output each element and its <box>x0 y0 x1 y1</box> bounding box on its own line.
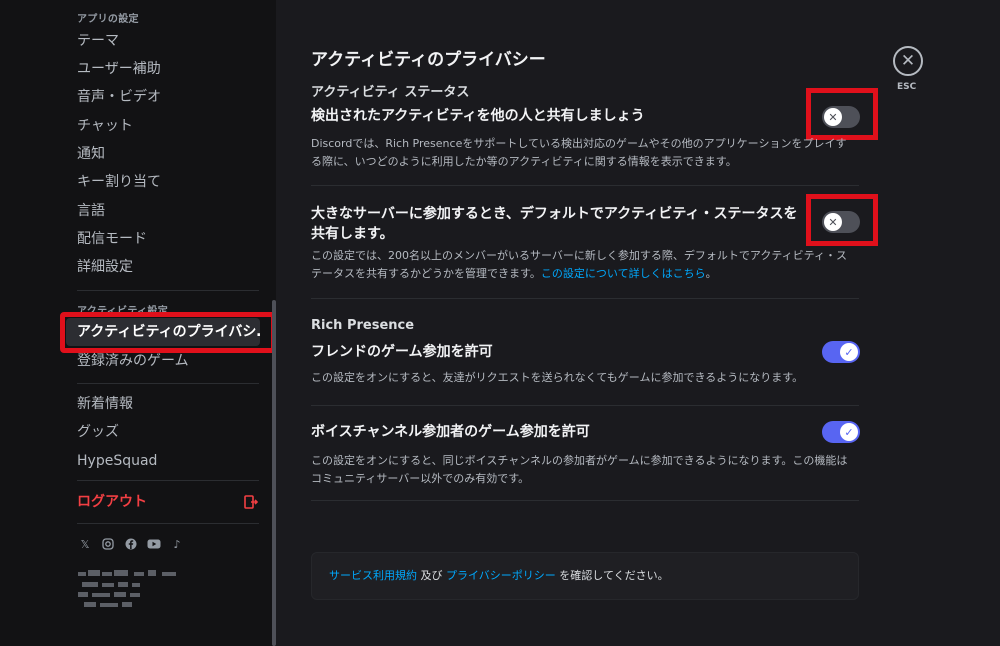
instagram-icon[interactable] <box>101 537 115 551</box>
setting-share-activity-desc: Discordでは、Rich Presenceをサポートしている検出対応のゲーム… <box>311 137 847 168</box>
footer-and-text: 及び <box>417 569 446 582</box>
voice-channel-join-toggle[interactable]: ✓ <box>822 421 860 443</box>
tiktok-icon[interactable]: ♪ <box>170 537 184 551</box>
settings-sidebar: アプリの設定 テーマ ユーザー補助 音声・ビデオ チャット 通知 キー割り当て … <box>0 0 276 646</box>
highlight-box-share-activity <box>806 88 878 140</box>
privacy-policy-link[interactable]: プライバシーポリシー <box>446 569 556 582</box>
logout-icon <box>244 495 258 509</box>
section-rich-presence: Rich Presence <box>311 318 415 333</box>
sidebar-item-language[interactable]: 言語 <box>66 197 260 225</box>
divider <box>311 405 859 406</box>
setting-large-server-desc-end: 。 <box>705 267 717 280</box>
version-info-blurred <box>78 570 176 607</box>
friend-join-toggle[interactable]: ✓ <box>822 341 860 363</box>
footer-suffix-text: を確認してください。 <box>555 569 669 582</box>
sidebar-item-registered-games[interactable]: 登録済みのゲーム <box>66 347 260 375</box>
legal-footer: サービス利用規約 及び プライバシーポリシー を確認してください。 <box>311 552 859 600</box>
sidebar-item-chat[interactable]: チャット <box>66 112 260 140</box>
check-icon: ✓ <box>840 343 858 361</box>
app-settings-header: アプリの設定 <box>77 14 139 25</box>
divider <box>311 298 859 299</box>
setting-friend-join-desc: この設定をオンにすると、友達がリクエストを送られなくてもゲームに参加できるように… <box>311 371 804 384</box>
learn-more-link[interactable]: この設定について詳しくはこちら <box>541 267 706 280</box>
sidebar-divider <box>77 290 259 291</box>
sidebar-item-streamer-mode[interactable]: 配信モード <box>66 225 260 253</box>
setting-large-server-desc: この設定では、200名以上のメンバーがいるサーバーに新しく参加する際、デフォルト… <box>311 247 856 283</box>
section-activity-status: アクティビティ ステータス <box>311 85 470 100</box>
sidebar-item-keybinds[interactable]: キー割り当て <box>66 168 260 196</box>
esc-label: ESC <box>897 82 917 92</box>
close-icon: ✕ <box>900 51 916 71</box>
sidebar-item-whats-new[interactable]: 新着情報 <box>66 390 260 418</box>
page-title: アクティビティのプライバシー <box>311 50 546 70</box>
sidebar-divider <box>77 383 259 384</box>
divider <box>311 185 859 186</box>
check-icon: ✓ <box>840 423 858 441</box>
setting-friend-join-title: フレンドのゲーム参加を許可 <box>311 344 493 360</box>
sidebar-item-notifications[interactable]: 通知 <box>66 140 260 168</box>
sidebar-item-advanced[interactable]: 詳細設定 <box>66 253 260 281</box>
sidebar-item-accessibility[interactable]: ユーザー補助 <box>66 55 260 83</box>
facebook-icon[interactable] <box>124 537 138 551</box>
logout-button[interactable]: ログアウト <box>66 488 260 516</box>
close-button[interactable]: ✕ <box>893 46 923 76</box>
sidebar-divider <box>77 523 259 524</box>
setting-share-activity-title: 検出されたアクティビティを他の人と共有しましょう <box>311 108 645 124</box>
sidebar-item-merch[interactable]: グッズ <box>66 418 260 446</box>
sidebar-item-theme[interactable]: テーマ <box>66 27 260 55</box>
highlight-box-large-server <box>806 194 878 246</box>
sidebar-item-voice-video[interactable]: 音声・ビデオ <box>66 83 260 111</box>
setting-large-server-title: 大きなサーバーに参加するとき、デフォルトでアクティビティ・ステータスを共有します… <box>311 206 798 242</box>
youtube-icon[interactable] <box>147 537 161 551</box>
sidebar-item-hypesquad[interactable]: HypeSquad <box>66 447 260 475</box>
x-icon[interactable]: 𝕏 <box>78 537 92 551</box>
divider <box>311 500 859 501</box>
social-links: 𝕏 ♪ <box>78 537 184 551</box>
setting-voice-join-title: ボイスチャンネル参加者のゲーム参加を許可 <box>311 424 590 440</box>
setting-voice-join-desc: この設定をオンにすると、同じボイスチャンネルの参加者がゲームに参加できるようにな… <box>311 454 848 485</box>
terms-of-service-link[interactable]: サービス利用規約 <box>329 569 417 582</box>
sidebar-divider <box>77 480 259 481</box>
